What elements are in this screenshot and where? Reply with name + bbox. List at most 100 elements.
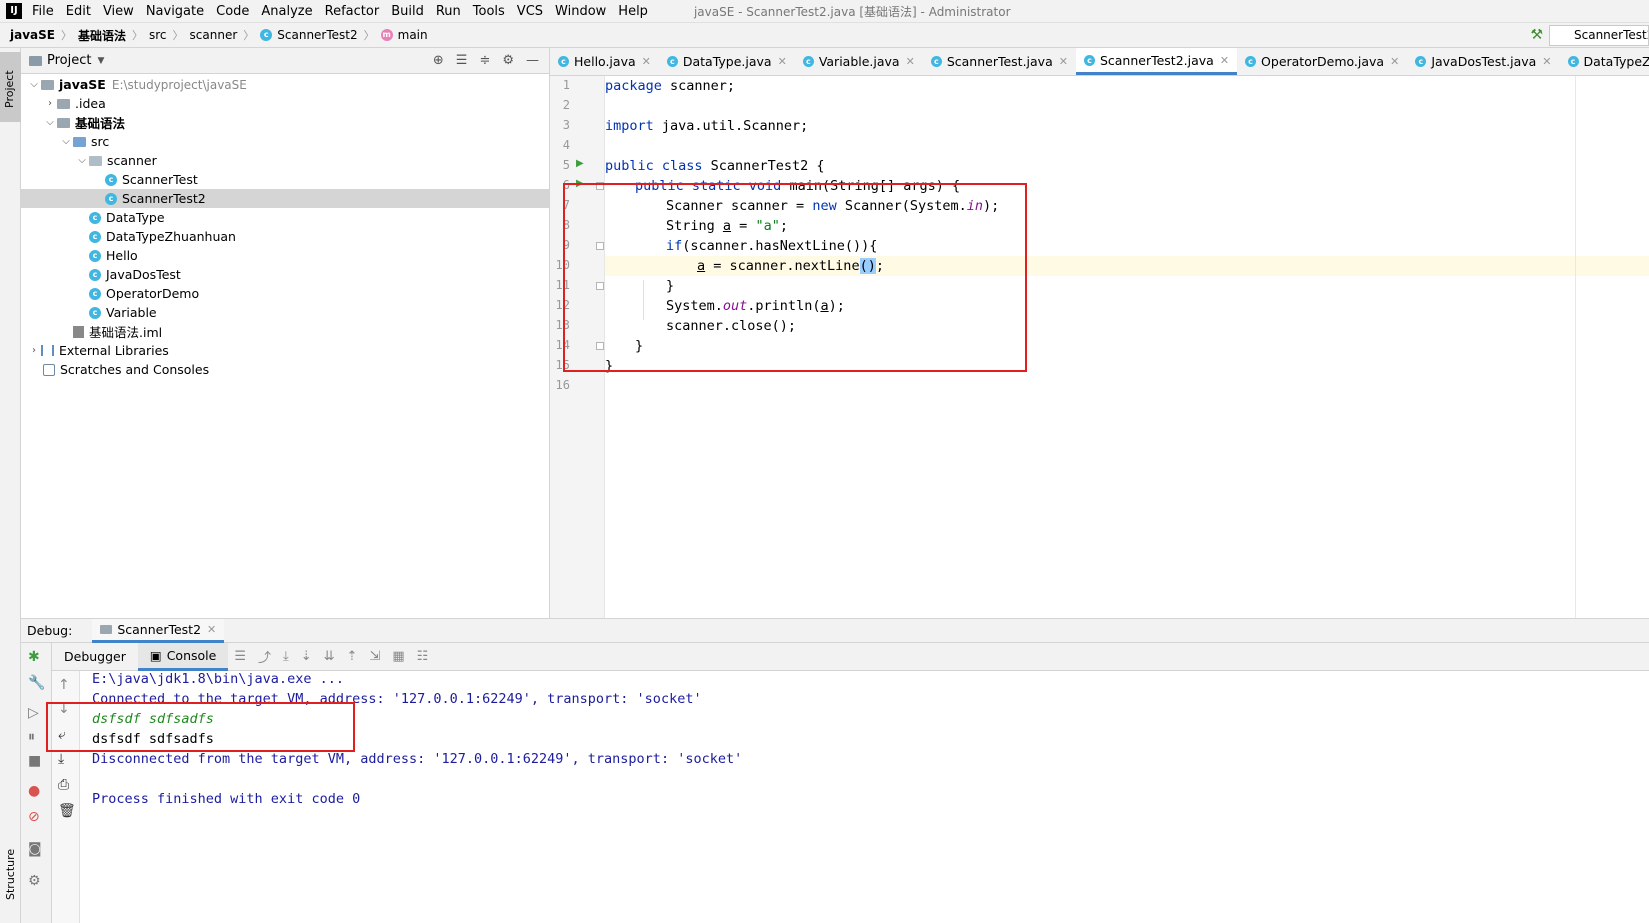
tree-item-iml-file[interactable]: 基础语法.iml [21,322,549,341]
breadcrumb-project[interactable]: javaSE [10,28,55,42]
chevron-down-icon[interactable]: ▼ [97,56,104,66]
arrow-up-icon[interactable]: ↑ [58,677,70,693]
tab-datatypezhuanhuan[interactable]: c DataTypeZhuanhuan [1560,48,1649,75]
expand-all-icon[interactable]: ☰ [456,53,468,68]
tree-item-variable[interactable]: c Variable [21,303,549,322]
force-step-into-icon[interactable]: ⇊ [324,649,335,664]
chevron-down-icon[interactable]: ⌵ [75,155,89,166]
menu-help[interactable]: Help [618,4,648,19]
chevron-down-icon[interactable]: ⌵ [59,136,73,147]
hide-icon[interactable]: — [526,53,539,68]
tree-item-src[interactable]: ⌵ src [21,132,549,151]
tab-javadostest-java[interactable]: c JavaDosTest.java ✕ [1407,48,1559,75]
tab-operatordemo-java[interactable]: c OperatorDemo.java ✕ [1237,48,1407,75]
tree-item-operatordemo[interactable]: c OperatorDemo [21,284,549,303]
tab-debugger[interactable]: Debugger [52,643,138,671]
tree-item-external-libraries[interactable]: › External Libraries [21,341,549,360]
menu-file[interactable]: File [32,4,54,19]
step-out-icon[interactable]: ⇡ [347,649,358,664]
breadcrumb-module[interactable]: 基础语法 [78,27,126,44]
tab-label: OperatorDemo.java [1261,54,1385,69]
breadcrumb-class[interactable]: ScannerTest2 [277,28,357,42]
close-icon[interactable]: ✕ [906,55,915,68]
tree-item-project-root[interactable]: ⌵ javaSE E:\studyproject\javaSE [21,75,549,94]
tree-item-scannertest2[interactable]: c ScannerTest2 [21,189,549,208]
project-panel-title[interactable]: Project [47,53,91,68]
tab-variable-java[interactable]: c Variable.java ✕ [795,48,923,75]
gear-icon[interactable]: ⚙ [28,873,41,889]
collapse-all-icon[interactable]: ≑ [479,53,490,68]
trace-icon[interactable]: ☷ [417,649,429,664]
chevron-down-icon[interactable]: ⌵ [43,117,57,128]
tab-scannertest-java[interactable]: c ScannerTest.java ✕ [923,48,1076,75]
tree-item-label: DataType [106,210,165,225]
code-line: public class ScannerTest2 { [605,156,1649,176]
tree-item-scannertest[interactable]: c ScannerTest [21,170,549,189]
menu-refactor[interactable]: Refactor [325,4,380,19]
close-icon[interactable]: ✕ [1220,54,1229,67]
run-gutter-icon[interactable]: ▶ [576,158,584,169]
view-breakpoints-icon[interactable]: ● [28,783,40,799]
breadcrumb-src[interactable]: src [149,28,167,42]
tab-datatype-java[interactable]: c DataType.java ✕ [659,48,795,75]
menu-lines-icon[interactable]: ☰ [234,649,246,664]
close-icon[interactable]: ✕ [1390,55,1399,68]
breadcrumb-package[interactable]: scanner [190,28,238,42]
chevron-right-icon[interactable]: › [43,98,57,109]
structure-tool-window-button[interactable]: Structure [4,849,17,900]
show-execution-point-icon[interactable]: ⤴ [258,647,271,666]
build-hammer-icon[interactable]: ⚒ [1530,27,1543,43]
breadcrumb-method[interactable]: main [398,28,428,42]
tree-item-javadostest[interactable]: c JavaDosTest [21,265,549,284]
wrench-icon[interactable]: 🔧 [28,675,45,691]
menu-window[interactable]: Window [555,4,606,19]
code-keyword: public class [605,158,703,174]
trash-icon[interactable]: 🗑 [58,803,76,819]
menu-vcs[interactable]: VCS [517,4,543,19]
menu-tools[interactable]: Tools [473,4,505,19]
rerun-debug-icon[interactable]: ✱ [28,649,40,665]
chevron-down-icon[interactable]: ⌵ [27,79,41,90]
resume-icon[interactable]: ▷ [28,705,39,721]
menu-build[interactable]: Build [391,4,424,19]
tab-console[interactable]: ▣ Console [137,642,229,671]
close-icon[interactable]: ✕ [1542,55,1551,68]
pause-icon[interactable]: ⏸ [28,729,35,745]
close-icon[interactable]: ✕ [1059,55,1068,68]
mute-breakpoints-icon[interactable]: ⊘ [28,809,40,825]
tree-item-module[interactable]: ⌵ 基础语法 [21,113,549,132]
tree-item-hello[interactable]: c Hello [21,246,549,265]
step-into-icon[interactable]: ⇣ [301,649,312,664]
tab-hello-java[interactable]: c Hello.java ✕ [550,48,659,75]
close-icon[interactable]: ✕ [207,623,216,636]
menu-edit[interactable]: Edit [66,4,91,19]
menu-analyze[interactable]: Analyze [261,4,312,19]
evaluate-expression-icon[interactable]: ▦ [392,649,404,664]
tree-item-datatypezhuanhuan[interactable]: c DataTypeZhuanhuan [21,227,549,246]
project-tool-window-button[interactable]: Project [0,52,21,122]
tree-item-idea[interactable]: › .idea [21,94,549,113]
close-icon[interactable]: ✕ [642,55,651,68]
step-over-icon[interactable]: ⤓ [283,649,289,664]
print-icon[interactable]: ⎙ [58,777,69,793]
tree-item-scanner-package[interactable]: ⌵ scanner [21,151,549,170]
gear-icon[interactable]: ⚙ [502,53,514,68]
scroll-to-end-icon[interactable]: ⤓ [58,751,64,767]
menu-navigate[interactable]: Navigate [146,4,204,19]
console-icon: ▣ [149,647,162,663]
chevron-right-icon[interactable]: › [27,345,41,356]
locate-icon[interactable]: ⊕ [433,53,444,68]
run-to-cursor-icon[interactable]: ⇲ [369,649,380,664]
stop-icon[interactable]: ■ [28,753,41,769]
tree-item-datatype[interactable]: c DataType [21,208,549,227]
run-configuration-selector[interactable]: ScannerTest2 [1549,25,1649,46]
menu-code[interactable]: Code [216,4,249,19]
camera-icon[interactable]: ◙ [28,841,42,857]
debug-session-tab[interactable]: ScannerTest2 ✕ [92,618,225,643]
class-icon: c [1415,56,1427,67]
menu-run[interactable]: Run [436,4,461,19]
tab-scannertest2-java[interactable]: c ScannerTest2.java ✕ [1075,48,1238,75]
close-icon[interactable]: ✕ [778,55,787,68]
menu-view[interactable]: View [103,4,134,19]
tree-item-scratches[interactable]: Scratches and Consoles [21,360,549,379]
